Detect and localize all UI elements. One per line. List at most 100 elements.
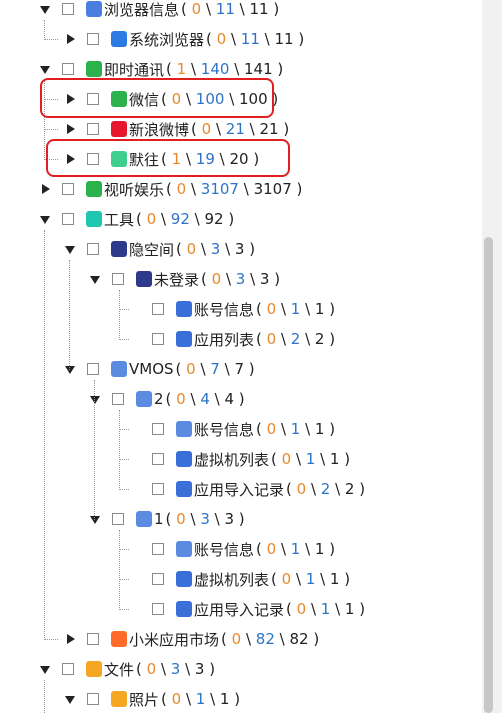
tree-node-v1-vm-list[interactable]: 虚拟机列表( 0 \ 1 \ 1 ) <box>0 567 480 591</box>
checkbox[interactable] <box>87 33 99 45</box>
expand-arrow-icon[interactable] <box>40 665 50 674</box>
count-first: 0 <box>191 0 202 18</box>
checkbox[interactable] <box>152 423 164 435</box>
vm-list-icon <box>176 571 192 587</box>
tree-node-hidden-space[interactable]: 隐空间( 0 \ 3 \ 3 ) <box>0 237 480 261</box>
tree-guide-line <box>119 429 129 430</box>
tools-icon <box>86 211 102 227</box>
count-second: 140 <box>200 60 230 78</box>
import-record-icon <box>176 481 192 497</box>
checkbox[interactable] <box>62 663 74 675</box>
tree-node-photos[interactable]: 照片( 0 \ 1 \ 1 ) <box>0 687 480 711</box>
tree-node-v2-vm-list[interactable]: 虚拟机列表( 0 \ 1 \ 1 ) <box>0 447 480 471</box>
tree-node-v2-app-import[interactable]: 应用导入记录( 0 \ 2 \ 2 ) <box>0 477 480 501</box>
tree-node-xiaomi-store[interactable]: 小米应用市场( 0 \ 82 \ 82 ) <box>0 627 480 651</box>
checkbox[interactable] <box>87 243 99 255</box>
node-counts: ( 0 \ 2 \ 2 ) <box>256 330 336 348</box>
count-total: 21 <box>259 120 279 138</box>
count-second: 3 <box>200 510 210 528</box>
scrollbar-thumb[interactable] <box>484 237 493 713</box>
count-second: 3 <box>235 270 246 288</box>
checkbox[interactable] <box>152 333 164 345</box>
tree-node-vmos-2[interactable]: 2( 0 \ 4 \ 4 ) <box>0 387 480 411</box>
node-counts: ( 0 \ 1 \ 1 ) <box>271 570 351 588</box>
checkbox[interactable] <box>112 393 124 405</box>
expand-arrow-icon[interactable] <box>65 695 75 704</box>
tree-node-hs-account-info[interactable]: 账号信息( 0 \ 1 \ 1 ) <box>0 297 480 321</box>
expand-arrow-icon[interactable] <box>90 275 100 284</box>
xiaomi-icon <box>111 631 127 647</box>
tree-node-not-logged-in[interactable]: 未登录( 0 \ 3 \ 3 ) <box>0 267 480 291</box>
node-counts: ( 0 \ 7 \ 7 ) <box>175 360 255 378</box>
chat-icon <box>86 61 102 77</box>
node-counts: ( 0 \ 3107 \ 3107 ) <box>166 180 303 198</box>
node-counts: ( 0 \ 1 \ 1 ) <box>256 300 336 318</box>
node-label: 虚拟机列表 <box>194 450 270 469</box>
node-label: 文件 <box>104 660 135 679</box>
checkbox[interactable] <box>152 573 164 585</box>
expand-arrow-icon[interactable] <box>65 245 75 254</box>
expand-arrow-icon[interactable] <box>40 65 50 74</box>
count-second: 2 <box>290 330 301 348</box>
checkbox[interactable] <box>62 3 74 15</box>
tree-node-tools[interactable]: 工具( 0 \ 92 \ 92 ) <box>0 207 480 231</box>
tree-node-vmos[interactable]: VMOS( 0 \ 7 \ 7 ) <box>0 357 480 381</box>
count-second: 92 <box>170 210 190 228</box>
count-second: 1 <box>195 690 206 708</box>
weibo-icon <box>111 121 127 137</box>
count-first: 0 <box>296 600 307 618</box>
user-icon <box>136 271 152 287</box>
tree-node-hs-app-list[interactable]: 应用列表( 0 \ 2 \ 2 ) <box>0 327 480 351</box>
expand-arrow-icon[interactable] <box>65 365 75 374</box>
count-total: 92 <box>204 210 224 228</box>
checkbox[interactable] <box>152 543 164 555</box>
count-first: 0 <box>216 30 227 48</box>
checkbox[interactable] <box>87 633 99 645</box>
checkbox[interactable] <box>152 453 164 465</box>
node-counts: ( 0 \ 1 \ 1 ) <box>256 420 336 438</box>
tree-node-system-browser[interactable]: 系统浏览器( 0 \ 11 \ 11 ) <box>0 27 480 51</box>
checkbox[interactable] <box>87 123 99 135</box>
collapse-arrow-icon[interactable] <box>67 124 75 134</box>
checkbox[interactable] <box>62 63 74 75</box>
count-total: 11 <box>249 0 269 18</box>
tree-guide-line <box>119 609 129 610</box>
vm-list-icon <box>176 451 192 467</box>
tree-node-files[interactable]: 文件( 0 \ 3 \ 3 ) <box>0 657 480 681</box>
collapse-arrow-icon[interactable] <box>67 34 75 44</box>
count-second: 7 <box>210 360 220 378</box>
node-label: 应用列表 <box>194 330 255 349</box>
count-second: 3 <box>210 240 221 258</box>
tree-node-browser-info[interactable]: 浏览器信息( 0 \ 11 \ 11 ) <box>0 0 480 21</box>
checkbox[interactable] <box>152 483 164 495</box>
expand-arrow-icon[interactable] <box>40 215 50 224</box>
checkbox[interactable] <box>112 273 124 285</box>
tree-node-sina-weibo[interactable]: 新浪微博( 0 \ 21 \ 21 ) <box>0 117 480 141</box>
count-total: 82 <box>289 630 309 648</box>
count-total: 141 <box>244 60 273 78</box>
checkbox[interactable] <box>87 363 99 375</box>
expand-arrow-icon[interactable] <box>40 5 50 14</box>
tree-node-vmos-1[interactable]: 1( 0 \ 3 \ 3 ) <box>0 507 480 531</box>
collapse-arrow-icon[interactable] <box>67 634 75 644</box>
browser-icon <box>86 1 102 17</box>
checkbox[interactable] <box>62 213 74 225</box>
checkbox[interactable] <box>87 693 99 705</box>
expand-arrow-icon[interactable] <box>90 515 100 524</box>
checkbox[interactable] <box>112 513 124 525</box>
node-counts: ( 0 \ 11 \ 11 ) <box>206 30 305 48</box>
tree-node-v1-app-import[interactable]: 应用导入记录( 0 \ 1 \ 1 ) <box>0 597 480 621</box>
collapse-arrow-icon[interactable] <box>42 184 50 194</box>
node-label: 小米应用市场 <box>129 630 220 649</box>
tree-node-v2-account-info[interactable]: 账号信息( 0 \ 1 \ 1 ) <box>0 417 480 441</box>
vmos-icon <box>176 541 192 557</box>
checkbox[interactable] <box>152 603 164 615</box>
tree-node-audio-video[interactable]: 视听娱乐( 0 \ 3107 \ 3107 ) <box>0 177 480 201</box>
tree-node-v1-account-info[interactable]: 账号信息( 0 \ 1 \ 1 ) <box>0 537 480 561</box>
count-total: 4 <box>224 390 234 408</box>
vmos-icon <box>136 391 152 407</box>
checkbox[interactable] <box>62 183 74 195</box>
expand-arrow-icon[interactable] <box>90 395 100 404</box>
count-total: 11 <box>274 30 294 48</box>
checkbox[interactable] <box>152 303 164 315</box>
